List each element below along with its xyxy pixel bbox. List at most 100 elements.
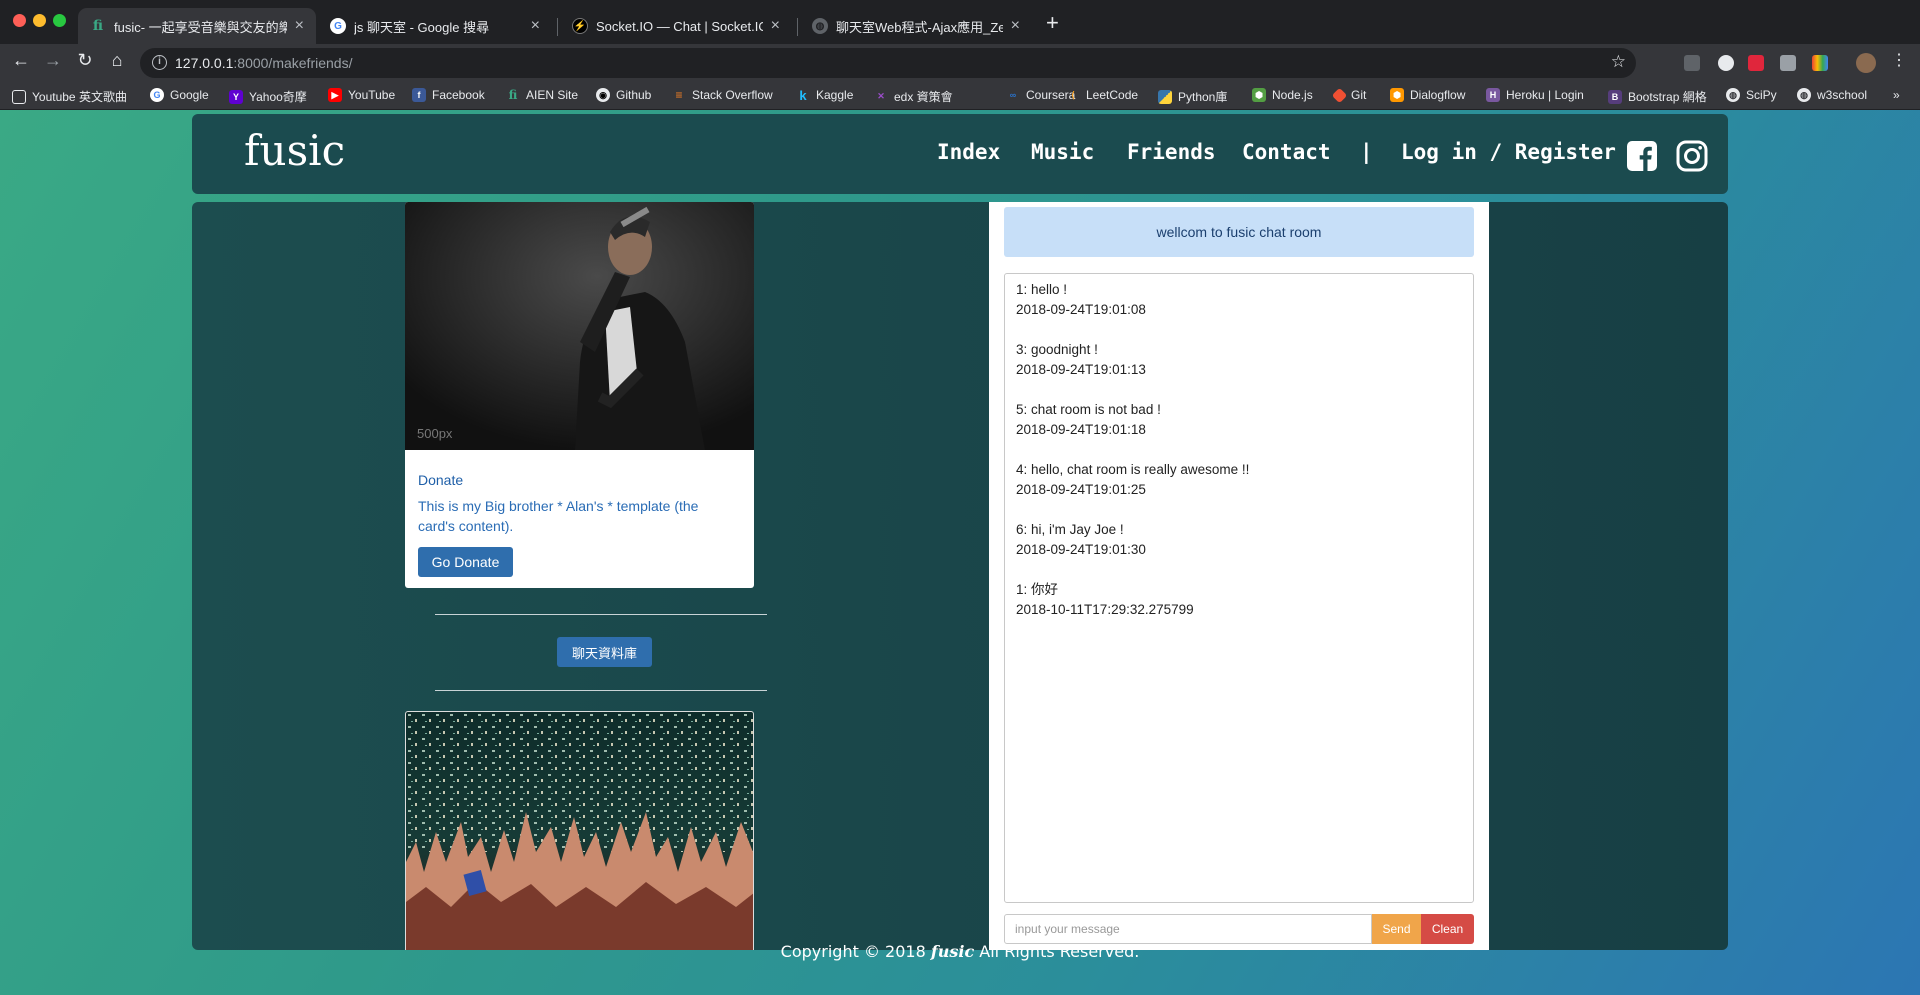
address-bar[interactable]: i 127.0.0.1:8000/makefriends/ ☆	[140, 48, 1636, 78]
yahoo-icon: Y	[229, 89, 243, 104]
bookmark-facebook[interactable]: f Facebook	[412, 88, 485, 102]
bookmark-google[interactable]: G Google	[150, 88, 209, 102]
message-timestamp: 2018-09-24T19:01:13	[1016, 362, 1146, 377]
menu-kebab-icon[interactable]: ⋮	[1886, 50, 1912, 70]
site-info-icon[interactable]: i	[152, 55, 167, 70]
reload-icon[interactable]: ↻	[72, 50, 98, 71]
bookmark-bootstrap[interactable]: B Bootstrap 網格	[1608, 88, 1707, 105]
bookmark-stackoverflow[interactable]: ≡ Stack Overflow	[672, 88, 772, 102]
tab-divider	[557, 18, 558, 36]
clean-button[interactable]: Clean	[1421, 914, 1474, 944]
extension-circle-icon[interactable]	[1718, 55, 1734, 71]
copyright-suffix: All Rights Reserved.	[979, 942, 1140, 961]
nav-friends[interactable]: Friends	[1127, 140, 1216, 164]
bookmark-nodejs[interactable]: ⬢ Node.js	[1252, 88, 1313, 102]
heroku-icon: H	[1486, 88, 1500, 102]
nav-music[interactable]: Music	[1031, 140, 1094, 164]
message-timestamp: 2018-09-24T19:01:25	[1016, 482, 1146, 497]
google-favicon-icon: G	[330, 18, 346, 34]
bookmark-label: Bootstrap 網格	[1628, 90, 1707, 104]
chat-panel: wellcom to fusic chat room 1: hello ! 20…	[989, 202, 1489, 950]
bookmark-python[interactable]: Python庫	[1158, 88, 1227, 105]
tab-title: fusic- 一起享受音樂與交友的樂趣	[114, 19, 287, 35]
bookmark-label: Google	[170, 88, 209, 102]
bookmark-edx[interactable]: ✕ edx 資策會	[874, 88, 953, 105]
chat-message-list[interactable]: 1: hello ! 2018-09-24T19:01:08 3: goodni…	[1004, 273, 1474, 903]
tab-fusic[interactable]: fi fusic- 一起享受音樂與交友的樂趣 ×	[78, 8, 316, 44]
nav-index[interactable]: Index	[937, 140, 1000, 164]
concert-crowd-photo	[406, 712, 753, 950]
tab-chatroom-ajax[interactable]: ◍ 聊天室Web程式-Ajax應用_ZenD ×	[800, 8, 1032, 44]
close-tab-icon[interactable]: ×	[1011, 17, 1020, 35]
bookmark-kaggle[interactable]: k Kaggle	[796, 88, 853, 103]
bookmark-label: LeetCode	[1086, 88, 1139, 102]
bookmark-heroku[interactable]: H Heroku | Login	[1486, 88, 1584, 102]
nodejs-icon: ⬢	[1252, 88, 1266, 102]
bookmark-label: Dialogflow	[1410, 88, 1466, 102]
socketio-favicon-icon: ⚡	[572, 18, 588, 34]
bookmark-git[interactable]: Git	[1331, 87, 1367, 103]
close-tab-icon[interactable]: ×	[295, 17, 304, 35]
message-timestamp: 2018-10-11T17:29:32.275799	[1016, 602, 1194, 617]
dropbox-extension-icon[interactable]	[1684, 55, 1700, 71]
browser-toolbar: ← → ↻ ⌂ i 127.0.0.1:8000/makefriends/ ☆ …	[0, 44, 1920, 82]
footer-brand: fusic	[930, 942, 975, 961]
concert-card	[405, 711, 754, 950]
singer-photo: 500px	[405, 202, 754, 450]
bookmark-dialogflow[interactable]: ⬢ Dialogflow	[1390, 88, 1465, 102]
bookmark-youtube-songs[interactable]: Youtube 英文歌曲	[12, 88, 127, 105]
close-tab-icon[interactable]: ×	[531, 17, 540, 35]
message-input[interactable]	[1004, 914, 1372, 944]
facebook-icon[interactable]	[1626, 140, 1658, 172]
fusic-favicon-icon: fi	[92, 18, 104, 34]
bookmark-github[interactable]: ◉ Github	[596, 88, 651, 102]
bookmark-label: Github	[616, 88, 652, 102]
nav-contact[interactable]: Contact	[1242, 140, 1331, 164]
bookmark-w3school[interactable]: ◍ w3school	[1797, 88, 1867, 102]
bookmark-youtube[interactable]: ▶ YouTube	[328, 88, 395, 102]
bookmark-label: Git	[1351, 88, 1367, 102]
chat-database-button[interactable]: 聊天資料庫	[557, 637, 652, 667]
stackoverflow-icon: ≡	[675, 88, 683, 102]
chat-welcome-banner: wellcom to fusic chat room	[1004, 207, 1474, 257]
new-tab-icon[interactable]: +	[1046, 10, 1059, 36]
bookmark-aien[interactable]: fi AIEN Site	[506, 88, 578, 102]
bookmarks-overflow-icon[interactable]: »	[1893, 88, 1900, 102]
message-text: 1: 你好	[1016, 582, 1059, 597]
bookmark-label: Yahoo奇摩	[249, 90, 307, 104]
back-arrow-icon[interactable]: ←	[8, 50, 34, 71]
forward-arrow-icon[interactable]: →	[40, 50, 66, 71]
bookmark-star-icon[interactable]: ☆	[1611, 52, 1626, 72]
bookmark-label: edx 資策會	[894, 90, 953, 104]
minimize-window-button[interactable]	[33, 14, 46, 27]
home-icon[interactable]: ⌂	[104, 50, 130, 71]
profile-avatar[interactable]	[1856, 53, 1876, 73]
nav-login-register[interactable]: Log in / Register	[1401, 140, 1616, 164]
download-extension-icon[interactable]	[1780, 55, 1796, 71]
close-tab-icon[interactable]: ×	[771, 17, 780, 35]
bookmark-label: Heroku | Login	[1506, 88, 1584, 102]
git-icon	[1331, 87, 1348, 103]
tab-google-search[interactable]: G js 聊天室 - Google 搜尋 ×	[318, 8, 552, 44]
bookmark-yahoo[interactable]: Y Yahoo奇摩	[229, 88, 307, 105]
instagram-icon[interactable]	[1676, 140, 1708, 172]
tab-divider	[797, 18, 798, 36]
dialogflow-icon: ⬢	[1390, 88, 1404, 102]
url-host: 127.0.0.1	[175, 55, 234, 71]
google-icon: G	[150, 88, 164, 102]
pocket-extension-icon[interactable]	[1748, 55, 1764, 71]
send-button[interactable]: Send	[1372, 914, 1421, 944]
maximize-window-button[interactable]	[53, 14, 66, 27]
tab-socketio[interactable]: ⚡ Socket.IO — Chat | Socket.IO ×	[560, 8, 792, 44]
close-window-button[interactable]	[13, 14, 26, 27]
bookmark-coursera[interactable]: ∞ Coursera	[1006, 88, 1076, 102]
go-donate-button[interactable]: Go Donate	[418, 547, 513, 577]
card-title: Donate	[418, 472, 464, 488]
bookmark-leetcode[interactable]: ⟨ LeetCode	[1066, 88, 1138, 102]
color-picker-extension-icon[interactable]	[1812, 55, 1828, 71]
site-logo[interactable]: fusic	[244, 126, 345, 175]
python-icon	[1158, 89, 1172, 104]
url-text[interactable]: 127.0.0.1:8000/makefriends/	[175, 55, 352, 71]
bookmark-label: Youtube 英文歌曲	[32, 90, 127, 104]
bookmark-scipy[interactable]: ◍ SciPy	[1726, 88, 1777, 102]
